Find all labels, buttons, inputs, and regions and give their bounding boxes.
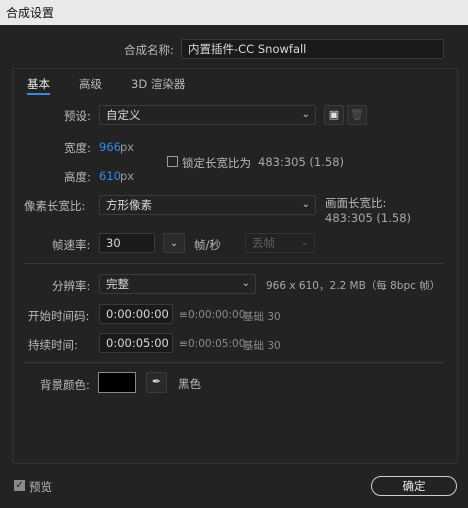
lock-aspect-checkbox[interactable] xyxy=(167,156,178,167)
tab-3d-renderer[interactable]: 3D 渲染器 xyxy=(131,76,185,92)
duration-base: 基础 30 xyxy=(243,340,281,352)
height-label: 高度: xyxy=(64,170,91,184)
frame-rate-label: 帧速率: xyxy=(52,238,91,252)
height-unit: px xyxy=(120,169,135,183)
section-divider xyxy=(24,263,444,264)
width-label: 宽度: xyxy=(64,141,91,155)
comp-name-input[interactable]: 内置插件-CC Snowfall xyxy=(181,39,444,59)
trash-icon: 🗑 xyxy=(350,108,364,121)
height-value[interactable]: 610 xyxy=(99,169,121,183)
preset-label: 预设: xyxy=(64,109,91,123)
comp-name-label: 合成名称: xyxy=(124,43,174,57)
section-divider xyxy=(24,362,444,363)
frame-rate-unit: 帧/秒 xyxy=(194,238,221,252)
chevron-down-icon: ⌄ xyxy=(301,199,310,210)
preset-value: 自定义 xyxy=(106,108,141,122)
frame-rate-input[interactable]: 30 xyxy=(99,233,155,253)
lock-aspect-ratio: 483:305 (1.58) xyxy=(258,155,345,169)
tab-advanced[interactable]: 高级 xyxy=(79,76,102,92)
ok-button[interactable]: 确定 xyxy=(371,476,457,496)
drop-frame-value: 丢帧 xyxy=(252,236,275,250)
resolution-info: 966 x 610，2.2 MB（每 8bpc 帧） xyxy=(266,280,441,292)
delete-preset-button[interactable]: 🗑 xyxy=(347,105,367,125)
chevron-down-icon: ⌄ xyxy=(300,237,309,248)
start-timecode-base: 基础 30 xyxy=(243,311,281,323)
duration-label: 持续时间: xyxy=(28,338,78,352)
preset-dropdown[interactable]: 自定义 ⌄ xyxy=(99,105,316,125)
start-timecode-equals: 0:00:00:00 xyxy=(188,309,246,321)
pixel-aspect-value: 方形像素 xyxy=(106,198,152,212)
save-preset-icon: ▣ xyxy=(328,108,340,121)
start-timecode-label: 开始时间码: xyxy=(28,309,90,323)
duration-equals: 0:00:05:00 xyxy=(188,338,246,350)
save-preset-button[interactable]: ▣ xyxy=(324,105,344,125)
start-timecode-input[interactable]: 0:00:00:00 xyxy=(99,304,173,324)
equals-icon: ≡ xyxy=(179,309,188,321)
preview-checkbox[interactable]: ✓ xyxy=(14,480,25,491)
chevron-down-icon: ⌄ xyxy=(301,109,310,120)
width-value[interactable]: 966 xyxy=(99,140,121,154)
eyedropper-button[interactable]: ✒ xyxy=(146,372,167,393)
background-color-name: 黑色 xyxy=(178,377,201,391)
settings-panel xyxy=(12,68,458,464)
eyedropper-icon: ✒ xyxy=(151,375,162,388)
tab-basic[interactable]: 基本 xyxy=(27,76,50,95)
lock-aspect-label: 锁定长宽比为 xyxy=(182,156,251,170)
pixel-aspect-dropdown[interactable]: 方形像素 ⌄ xyxy=(99,195,316,215)
resolution-dropdown[interactable]: 完整 ⌄ xyxy=(99,274,256,294)
resolution-label: 分辨率: xyxy=(52,279,91,293)
window-title-bar: 合成设置 xyxy=(0,0,468,25)
chevron-down-icon: ⌄ xyxy=(241,278,250,289)
frame-rate-dropdown[interactable]: ⌄ xyxy=(163,233,185,253)
pixel-aspect-label: 像素长宽比: xyxy=(24,199,86,213)
preview-label: 预览 xyxy=(29,480,52,494)
frame-aspect-value: 483:305 (1.58) xyxy=(325,211,412,225)
chevron-down-icon: ⌄ xyxy=(169,238,179,249)
duration-input[interactable]: 0:00:05:00 xyxy=(99,333,173,353)
equals-icon: ≡ xyxy=(179,338,188,350)
window-title: 合成设置 xyxy=(6,6,55,20)
width-unit: px xyxy=(120,140,135,154)
background-color-swatch[interactable] xyxy=(98,372,136,393)
drop-frame-dropdown[interactable]: 丢帧 ⌄ xyxy=(245,233,315,253)
background-color-label: 背景颜色: xyxy=(40,378,90,392)
frame-aspect-label: 画面长宽比: xyxy=(325,196,387,210)
resolution-value: 完整 xyxy=(106,277,129,291)
